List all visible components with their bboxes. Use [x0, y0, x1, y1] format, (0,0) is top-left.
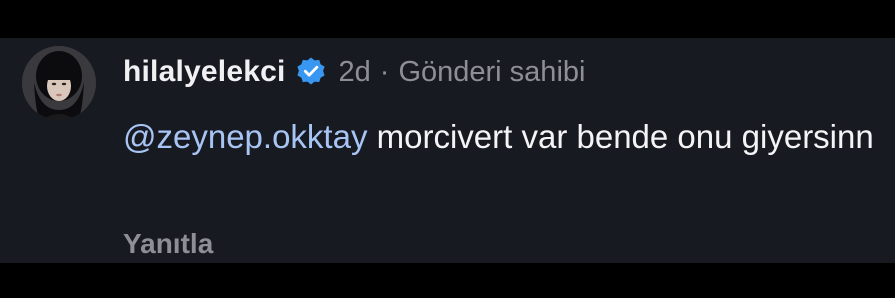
verified-badge-icon — [295, 56, 327, 88]
comment-body: @zeynep.okktay morcivert var bende onu g… — [123, 110, 883, 164]
comment-card: hilalyelekci 2d · Gönderi sahibi @zeynep… — [0, 38, 895, 263]
username[interactable]: hilalyelekci — [123, 55, 286, 89]
mention-link[interactable]: @zeynep.okktay — [123, 118, 367, 155]
reply-button[interactable]: Yanıtla — [123, 228, 213, 260]
avatar-image — [22, 46, 96, 120]
comment-text: morcivert var bende onu giyersinn — [367, 118, 874, 155]
separator-dot: · — [379, 55, 390, 88]
avatar[interactable] — [22, 46, 96, 120]
comment-header: hilalyelekci 2d · Gönderi sahibi — [123, 52, 585, 92]
author-badge: Gönderi sahibi — [398, 55, 586, 88]
comment-timestamp: 2d — [338, 55, 371, 88]
